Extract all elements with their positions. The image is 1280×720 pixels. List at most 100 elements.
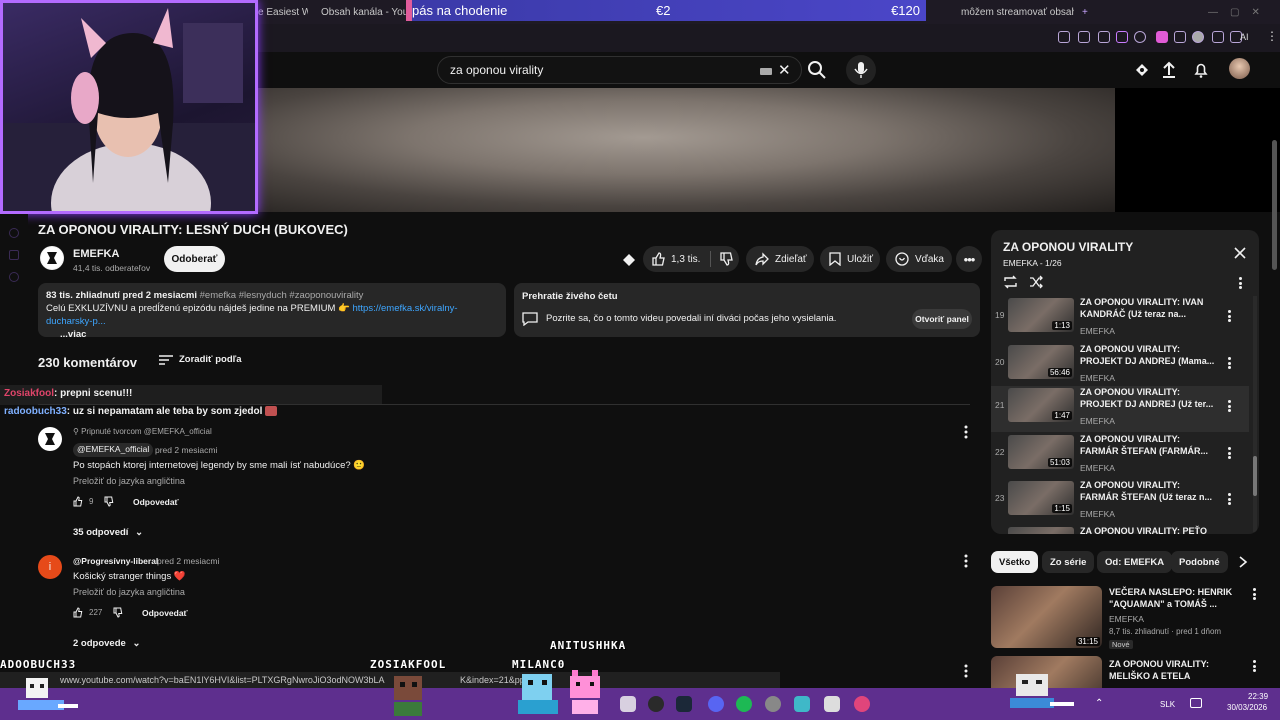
- notifications-bell-icon[interactable]: [1192, 61, 1210, 79]
- comment-like-icon[interactable]: [73, 496, 84, 507]
- close-icon[interactable]: ✕: [1251, 7, 1259, 18]
- language-indicator[interactable]: SLK: [1160, 700, 1175, 709]
- rail-icon[interactable]: [9, 250, 19, 260]
- like-count[interactable]: 1,3 tis.: [671, 254, 700, 265]
- description-tags[interactable]: #emefka #lesnyduch #zaoponouvirality: [200, 290, 364, 301]
- browser-icon[interactable]: [854, 696, 870, 712]
- playlist-item[interactable]: 22 51:03 ZA OPONOU VIRALITY: FARMÁR ŠTEF…: [991, 433, 1249, 479]
- recommended-video[interactable]: 31:15 VEČERA NASLEPO: HENRIK "AQUAMAN" a…: [991, 586, 1259, 649]
- comment-menu-icon[interactable]: [961, 554, 971, 568]
- reply-button[interactable]: Odpovedať: [142, 608, 188, 618]
- menu-icon[interactable]: ⋮: [1266, 29, 1278, 43]
- search-input[interactable]: za oponou virality ✕: [437, 56, 802, 84]
- download-icon[interactable]: [1212, 31, 1224, 43]
- comment-menu-icon[interactable]: [961, 425, 971, 439]
- steam-icon[interactable]: [676, 696, 692, 712]
- save-button[interactable]: Uložiť: [820, 246, 880, 272]
- clock-time[interactable]: 22:39: [1248, 692, 1268, 701]
- comment-dislike-icon[interactable]: [113, 607, 124, 618]
- minimize-icon[interactable]: —: [1208, 7, 1218, 18]
- open-panel-button[interactable]: Otvoriť panel: [912, 309, 972, 329]
- chip-related[interactable]: Podobné: [1171, 551, 1228, 573]
- app-icon[interactable]: [794, 696, 810, 712]
- translate-link[interactable]: Preložiť do jazyka angličtina: [73, 587, 185, 597]
- puzzle-icon[interactable]: [1174, 31, 1186, 43]
- profile-icon[interactable]: [1192, 31, 1204, 43]
- playlist-menu-icon[interactable]: [1239, 277, 1242, 289]
- description-box[interactable]: 83 tis. zhliadnutí pred 2 mesiacmi #emef…: [38, 283, 506, 340]
- item-menu-icon[interactable]: [1228, 357, 1231, 369]
- channel-avatar[interactable]: [40, 246, 64, 270]
- obs-icon[interactable]: [648, 696, 664, 712]
- loop-icon[interactable]: [1003, 275, 1018, 289]
- thanks-sparkle-icon[interactable]: [621, 252, 637, 268]
- comment-author[interactable]: @EMEFKA_official: [73, 443, 154, 457]
- dislike-icon[interactable]: [719, 252, 734, 266]
- extension-icon[interactable]: [1058, 31, 1070, 43]
- comment-time[interactable]: pred 2 mesiacmi: [155, 445, 217, 455]
- playlist-item-current[interactable]: 21 1:47 ZA OPONOU VIRALITY: PROJEKT DJ A…: [991, 386, 1249, 432]
- wifi-icon[interactable]: [1190, 698, 1202, 708]
- item-menu-icon[interactable]: [1228, 400, 1231, 412]
- item-menu-icon[interactable]: [1228, 310, 1231, 322]
- subscribe-button[interactable]: Odoberať: [164, 246, 225, 272]
- like-icon[interactable]: [651, 252, 665, 266]
- tray-chevron-icon[interactable]: ⌃: [1095, 698, 1103, 709]
- search-icon[interactable]: [807, 60, 827, 80]
- reply-button[interactable]: Odpovedať: [133, 497, 179, 507]
- discord-icon[interactable]: [708, 696, 724, 712]
- shuffle-icon[interactable]: [1029, 275, 1044, 289]
- account-avatar[interactable]: [1229, 58, 1250, 79]
- ai-label[interactable]: AI: [1240, 32, 1249, 42]
- recommended-menu-icon[interactable]: [1253, 660, 1256, 672]
- settings-icon[interactable]: [765, 696, 781, 712]
- comment-author[interactable]: @Progresívny-liberal: [73, 556, 158, 566]
- channel-name[interactable]: EMEFKA: [73, 248, 119, 260]
- replies-toggle[interactable]: 2 odpovede ⌄: [73, 638, 140, 649]
- browser-tab[interactable]: e Easiest W: [258, 3, 308, 21]
- video-player[interactable]: [258, 88, 1115, 212]
- more-actions-button[interactable]: •••: [956, 246, 982, 272]
- playlist-scrollbar[interactable]: [1253, 296, 1257, 532]
- maximize-icon[interactable]: ▢: [1230, 7, 1239, 18]
- clock-date[interactable]: 30/03/2026: [1227, 703, 1267, 712]
- file-explorer-icon[interactable]: [620, 696, 636, 712]
- extension-icon[interactable]: [1116, 31, 1128, 43]
- new-tab-button[interactable]: +: [1082, 3, 1092, 21]
- scrollbar-thumb[interactable]: [1253, 456, 1257, 496]
- comment-menu-icon[interactable]: [961, 664, 971, 678]
- upload-icon[interactable]: [1160, 61, 1178, 79]
- playlist-title[interactable]: ZA OPONOU VIRALITY: [1003, 240, 1133, 254]
- app-icon[interactable]: [824, 696, 840, 712]
- playlist-item[interactable]: 23 1:15 ZA OPONOU VIRALITY: FARMÁR ŠTEFA…: [991, 479, 1249, 525]
- item-menu-icon[interactable]: [1228, 447, 1231, 459]
- sort-icon[interactable]: [158, 353, 174, 367]
- spotify-icon[interactable]: [736, 696, 752, 712]
- translate-link[interactable]: Preložiť do jazyka angličtina: [73, 476, 185, 486]
- extension-icon[interactable]: [1078, 31, 1090, 43]
- playlist-item[interactable]: 19 1:13 ZA OPONOU VIRALITY: IVAN KANDRÁČ…: [991, 296, 1249, 342]
- chip-series[interactable]: Zo série: [1042, 551, 1095, 573]
- share-button[interactable]: Zdieľať: [746, 246, 814, 272]
- close-playlist-icon[interactable]: [1234, 247, 1246, 259]
- comment-dislike-icon[interactable]: [104, 496, 115, 507]
- rail-icon[interactable]: [9, 228, 19, 238]
- replies-toggle[interactable]: 35 odpovedí ⌄: [73, 527, 143, 538]
- browser-tab[interactable]: môžem streamovať obsah: [956, 3, 1074, 21]
- playlist-item[interactable]: 20 56:46 ZA OPONOU VIRALITY: PROJEKT DJ …: [991, 343, 1249, 389]
- playlist-item[interactable]: ZA OPONOU VIRALITY: PEŤO: [991, 525, 1249, 534]
- chevron-right-icon[interactable]: [1238, 556, 1248, 568]
- rail-icon[interactable]: [9, 272, 19, 282]
- item-menu-icon[interactable]: [1228, 493, 1231, 505]
- extension-icon[interactable]: [1156, 31, 1168, 43]
- comment-avatar[interactable]: [38, 427, 62, 451]
- comment-avatar[interactable]: i: [38, 555, 62, 579]
- clear-search-icon[interactable]: ✕: [778, 61, 791, 79]
- sort-button[interactable]: Zoradiť podľa: [179, 354, 242, 365]
- page-scrollbar-thumb[interactable]: [1272, 140, 1277, 270]
- comment-like-icon[interactable]: [73, 607, 84, 618]
- voice-search-button[interactable]: [846, 55, 876, 85]
- chip-from-channel[interactable]: Od: EMEFKA: [1097, 551, 1173, 573]
- description-more[interactable]: ...viac: [60, 329, 86, 340]
- comment-time[interactable]: pred 2 mesiacmi: [157, 556, 219, 566]
